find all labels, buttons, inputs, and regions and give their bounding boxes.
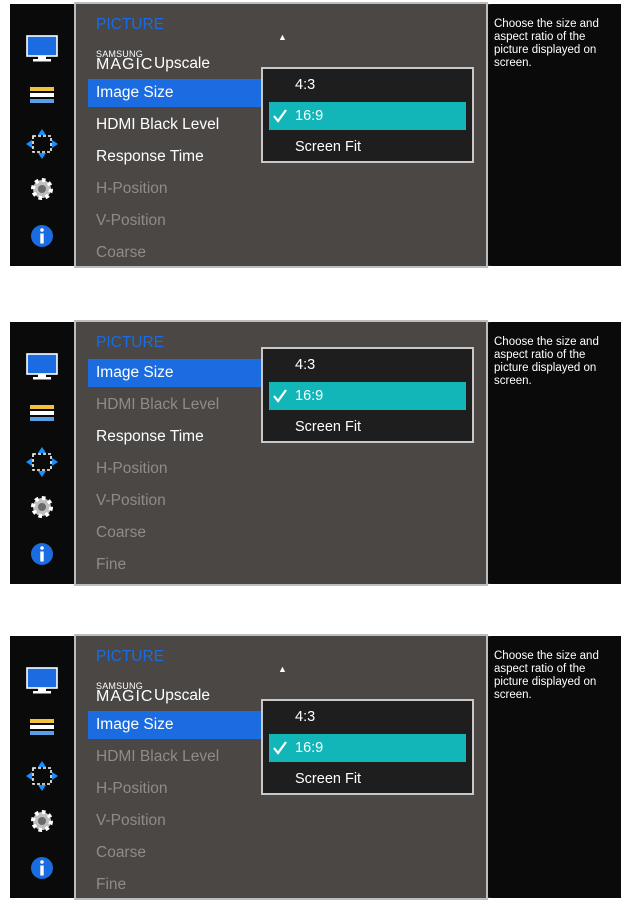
menu-item-label: HDMI Black Level [96,396,220,413]
help-panel: Choose the size and aspect ratio of the … [490,322,621,584]
menu-bars-icon[interactable] [24,81,60,111]
osd-panel: PICTURE Image Size HDMI Black Level Resp… [10,320,621,586]
menu-item-label: H-Position [96,460,168,477]
option-label: 16:9 [295,388,324,404]
menu-title: PICTURE [96,334,165,351]
help-text: Choose the size and aspect ratio of the … [494,650,599,701]
info-icon[interactable] [24,539,60,569]
menu-title: PICTURE [96,16,165,33]
menu-item-label: V-Position [96,212,166,229]
icon-column [10,636,74,898]
monitor-icon[interactable] [24,352,60,382]
option-screen-fit[interactable]: Screen Fit [269,413,466,441]
resize-arrows-icon[interactable] [24,129,60,159]
scroll-up-arrow-icon[interactable]: ▲ [278,32,287,42]
menu-item-image-size[interactable]: Image Size [88,359,274,387]
icon-column [10,322,74,584]
gear-icon[interactable] [24,806,60,836]
menu-item-label: Fine [96,556,127,573]
option-4-3[interactable]: 4:3 [269,71,466,99]
magic-label: MAGIC [96,56,154,73]
menu-item-label: H-Position [96,180,168,197]
osd-panel: PICTURE ▲ SAMSUNG MAGIC Upscale Image Si… [10,634,621,900]
resize-arrows-icon[interactable] [24,447,60,477]
option-16-9[interactable]: 16:9 [269,382,466,410]
menu-item-label: Response Time [96,148,204,165]
menu-item-label: Image Size [96,84,174,101]
menu-bars-icon[interactable] [24,713,60,743]
checkmark-icon [273,389,287,403]
option-label: Screen Fit [295,419,362,435]
menu-panel: PICTURE ▲ SAMSUNG MAGIC Upscale Image Si… [74,634,488,900]
help-panel: Choose the size and aspect ratio of the … [490,636,621,898]
menu-title: PICTURE [96,648,165,665]
menu-item-image-size[interactable]: Image Size [88,711,274,739]
menu-item-label: HDMI Black Level [96,748,220,765]
option-label: 4:3 [295,77,316,93]
menu-item-label: HDMI Black Level [96,116,220,133]
menu-item-label: Response Time [96,428,204,445]
option-label: 4:3 [295,709,316,725]
menu-item-label: Coarse [96,524,146,541]
magic-label: MAGIC [96,688,154,705]
option-16-9[interactable]: 16:9 [269,734,466,762]
menu-item-label: Image Size [96,364,174,381]
menu-panel: PICTURE Image Size HDMI Black Level Resp… [74,320,488,586]
help-panel: Choose the size and aspect ratio of the … [490,4,621,266]
option-4-3[interactable]: 4:3 [269,703,466,731]
upscale-label: Upscale [154,55,210,72]
image-size-dropdown: 4:3 16:9 Screen Fit [261,347,474,443]
help-text: Choose the size and aspect ratio of the … [494,18,599,69]
menu-panel: PICTURE ▲ SAMSUNG MAGIC Upscale Image Si… [74,2,488,268]
option-label: Screen Fit [295,771,362,787]
option-label: 16:9 [295,108,324,124]
image-size-dropdown: 4:3 16:9 Screen Fit [261,67,474,163]
monitor-icon[interactable] [24,666,60,696]
option-label: 4:3 [295,357,316,373]
option-label: Screen Fit [295,139,362,155]
upscale-label: Upscale [154,687,210,704]
menu-item-label: Coarse [96,244,146,261]
icon-column [10,4,74,266]
option-16-9[interactable]: 16:9 [269,102,466,130]
menu-item-label: V-Position [96,492,166,509]
help-text: Choose the size and aspect ratio of the … [494,336,599,387]
gear-icon[interactable] [24,174,60,204]
option-4-3[interactable]: 4:3 [269,351,466,379]
gear-icon[interactable] [24,492,60,522]
option-label: 16:9 [295,740,324,756]
osd-panel: PICTURE ▲ SAMSUNG MAGIC Upscale Image Si… [10,2,621,268]
monitor-icon[interactable] [24,34,60,64]
checkmark-icon [273,109,287,123]
menu-item-label: H-Position [96,780,168,797]
option-screen-fit[interactable]: Screen Fit [269,133,466,161]
menu-item-image-size[interactable]: Image Size [88,79,274,107]
menu-item-label: V-Position [96,812,166,829]
option-screen-fit[interactable]: Screen Fit [269,765,466,793]
resize-arrows-icon[interactable] [24,761,60,791]
menu-item-label: Fine [96,876,127,893]
info-icon[interactable] [24,853,60,883]
checkmark-icon [273,741,287,755]
menu-item-label: Coarse [96,844,146,861]
image-size-dropdown: 4:3 16:9 Screen Fit [261,699,474,795]
info-icon[interactable] [24,221,60,251]
menu-bars-icon[interactable] [24,399,60,429]
menu-item-label: Image Size [96,716,174,733]
scroll-up-arrow-icon[interactable]: ▲ [278,664,287,674]
